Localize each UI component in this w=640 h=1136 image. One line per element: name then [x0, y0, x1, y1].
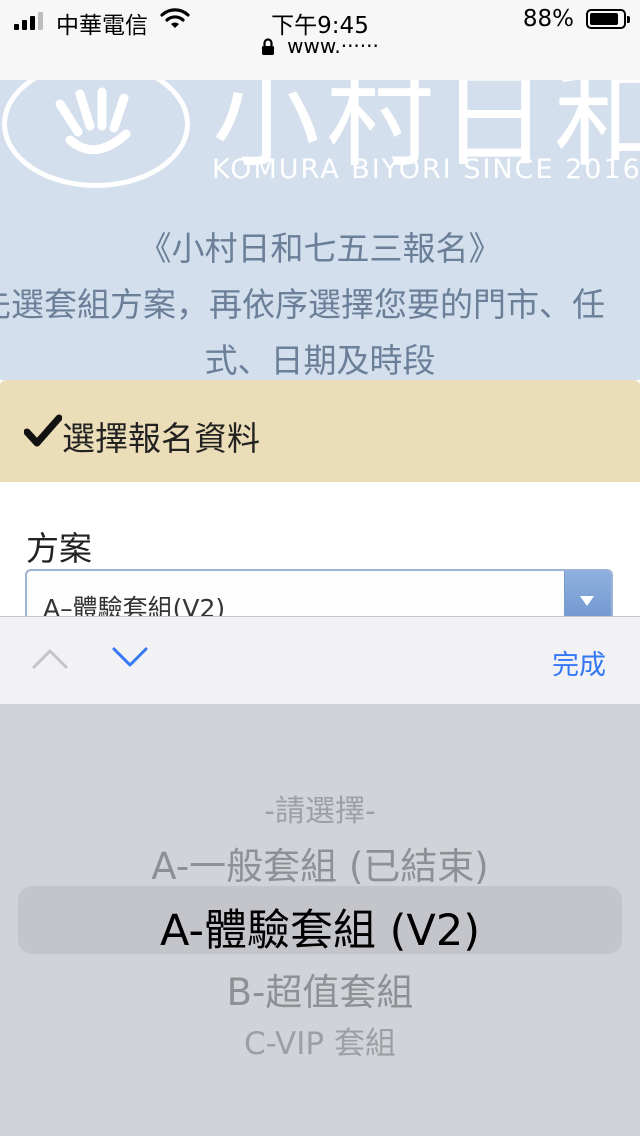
picker-option[interactable]: B-超值套組 — [0, 962, 640, 1016]
form-section-title: 選擇報名資料 — [62, 419, 260, 458]
address-bar[interactable]: www.······ — [0, 34, 640, 61]
form-section-header: 選擇報名資料 — [0, 380, 640, 482]
battery-fill — [590, 13, 618, 25]
hand-logo-icon — [40, 80, 150, 190]
page-instructions-line-2: 式、日期及時段 — [204, 341, 436, 380]
battery-percent: 88% — [522, 6, 574, 32]
page-title: 《小村日和七五三報名》 — [138, 229, 502, 268]
lock-icon — [261, 37, 275, 61]
picker-toolbar: 完成 — [0, 616, 640, 704]
plan-label: 方案 — [26, 529, 92, 568]
picker-option-selected[interactable]: A-體驗套組 (V2) — [0, 896, 640, 958]
done-button[interactable]: 完成 — [552, 643, 606, 682]
picker-wheel[interactable]: -請選擇- A-一般套組 (已結束) A-體驗套組 (V2) B-超值套組 C-… — [0, 704, 640, 1136]
form-body: 方案 A–體驗套組(V2) — [0, 482, 640, 625]
page-instructions-line-1: 先選套組方案，再依序選擇您要的門市、任 — [0, 285, 605, 324]
picker-option[interactable]: -請選擇- — [0, 786, 640, 830]
chevron-down-icon[interactable] — [110, 645, 150, 675]
logo-subtitle: KOMURA BIYORI SINCE 2016 — [212, 154, 640, 185]
battery-icon — [586, 9, 630, 29]
page-header: 小村日和 KOMURA BIYORI SINCE 2016 《小村日和七五三報名… — [0, 80, 640, 380]
status-bar: 中華電信 下午9:45 www.······ 88% — [0, 0, 640, 81]
checkmark-icon — [23, 414, 63, 452]
picker-option[interactable]: C-VIP 套組 — [0, 1018, 640, 1063]
url-text: www.······ — [287, 34, 379, 58]
picker-option[interactable]: A-一般套組 (已結束) — [0, 836, 640, 890]
chevron-up-icon[interactable] — [30, 645, 70, 675]
